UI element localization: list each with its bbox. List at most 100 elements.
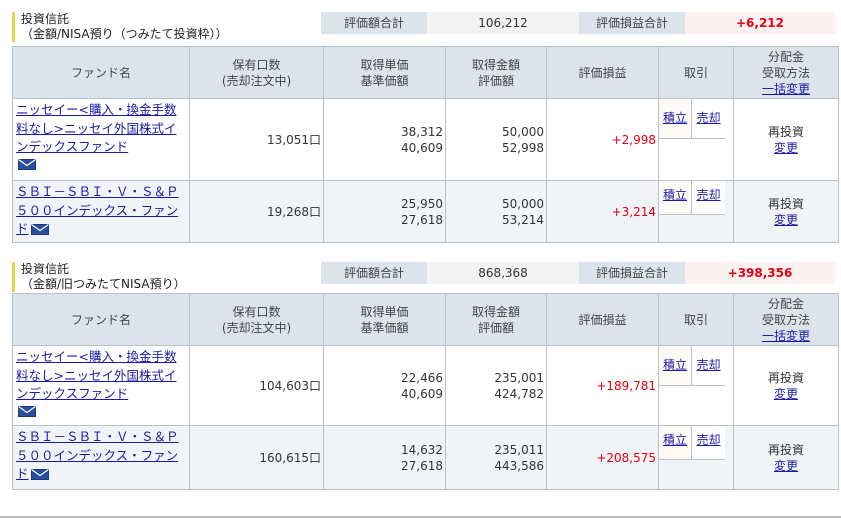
table-row: ニッセイー<購入・換金手数料なし>ニッセイ外国株式インデックスファンド 104,…	[12, 345, 839, 426]
distribution-change-link[interactable]: 変更	[774, 213, 798, 227]
bulk-change-link[interactable]: 一括変更	[762, 329, 810, 343]
mail-icon[interactable]	[18, 405, 36, 417]
valuation: 52,998	[502, 140, 544, 155]
sell-button[interactable]: 売却	[692, 346, 725, 386]
header-distribution: 分配金 受取方法 一括変更	[733, 46, 839, 99]
header-row: ファンド名 保有口数 (売却注文中) 取得単価 基準価額 取得金額 評価額 評価損益 …	[12, 293, 839, 346]
price-cell: 25,950 27,618	[323, 180, 446, 243]
header-amount: 取得金額 評価額	[445, 293, 547, 346]
valuation: 424,782	[494, 386, 544, 401]
gain-total-label: 評価損益合計	[579, 262, 685, 284]
fund-name-link[interactable]: ニッセイー<購入・換金手数料なし>ニッセイ外国株式インデックスファンド	[16, 102, 176, 154]
distribution-method: 再投資	[767, 442, 804, 457]
accumulate-button[interactable]: 積立	[659, 346, 692, 386]
bulk-change-link[interactable]: 一括変更	[762, 82, 810, 96]
price-cell: 38,312 40,609	[323, 98, 446, 181]
header-trade: 取引	[658, 293, 734, 346]
base-price: 40,609	[401, 386, 443, 401]
header-dist-line1: 分配金	[767, 49, 804, 64]
gain-cell: +3,214	[546, 180, 659, 243]
header-row: ファンド名 保有口数 (売却注文中) 取得単価 基準価額 取得金額 評価額 評価損益 …	[12, 46, 839, 99]
header-distribution: 分配金 受取方法一括変更	[733, 293, 839, 346]
section-title: 投資信託 （金額/NISA預り（つみたて投資枠））	[12, 12, 228, 42]
header-dist-line1: 分配金	[767, 296, 804, 311]
footer-divider	[0, 516, 841, 518]
units-cell: 104,603口	[189, 345, 324, 426]
distribution-cell: 再投資 変更	[733, 98, 839, 181]
valuation-total-label: 評価額合計	[321, 12, 427, 34]
distribution-cell: 再投資 変更	[733, 180, 839, 243]
header-amount-line1: 取得金額	[471, 57, 520, 72]
header-fund-name: ファンド名	[12, 46, 190, 99]
holdings-table: ファンド名 保有口数 (売却注文中) 取得単価 基準価額 取得金額 評価額 評価損益 …	[12, 46, 839, 243]
section-title-line2: （金額/NISA預り（つみたて投資枠））	[21, 27, 228, 41]
distribution-change-link[interactable]: 変更	[774, 387, 798, 401]
acq-price: 14,632	[401, 442, 443, 457]
fund-name-cell: ＳＢＩ－ＳＢＩ・Ｖ・Ｓ＆Ｐ５００インデックス・ファンド	[12, 425, 190, 490]
header-units: 保有口数 (売却注文中)	[189, 46, 324, 99]
distribution-cell: 再投資 変更	[733, 345, 839, 426]
section-title: 投資信託 （金額/旧つみたてNISA預り）	[12, 262, 186, 292]
amount-cell: 235,001 424,782	[445, 345, 547, 426]
trade-cell: 積立 売却	[658, 98, 734, 181]
header-amount: 取得金額 評価額	[445, 46, 547, 99]
distribution-method: 再投資	[767, 370, 804, 385]
base-price: 27,618	[401, 458, 443, 473]
summary-bar: 評価額合計 868,368 評価損益合計 +398,356	[321, 262, 835, 284]
amount-cell: 50,000 53,214	[445, 180, 547, 243]
accumulate-button[interactable]: 積立	[659, 426, 692, 460]
header-units-line1: 保有口数	[232, 304, 281, 319]
section-old-nisa: 投資信託 （金額/旧つみたてNISA預り） 評価額合計 868,368 評価損益…	[12, 262, 839, 494]
header-price-line2: 基準価額	[360, 73, 409, 88]
header-gain: 評価損益	[546, 46, 659, 99]
distribution-change-link[interactable]: 変更	[774, 459, 798, 473]
mail-icon[interactable]	[30, 224, 49, 235]
distribution-change-link[interactable]: 変更	[774, 141, 798, 155]
sell-button[interactable]: 売却	[692, 99, 725, 139]
gain-total-value: +398,356	[685, 262, 835, 284]
base-price: 27,618	[401, 212, 443, 227]
acq-amount: 50,000	[502, 124, 544, 139]
mail-icon[interactable]	[30, 469, 49, 480]
distribution-cell: 再投資 変更	[733, 425, 839, 490]
table-row: ＳＢＩ－ＳＢＩ・Ｖ・Ｓ＆Ｐ５００インデックス・ファンド 160,615口 14,…	[12, 425, 839, 490]
accumulate-button[interactable]: 積立	[659, 99, 692, 139]
table-row: ＳＢＩ－ＳＢＩ・Ｖ・Ｓ＆Ｐ５００インデックス・ファンド 19,268口 25,9…	[12, 180, 839, 243]
header-dist-line2: 受取方法	[761, 312, 810, 327]
sell-button[interactable]: 売却	[692, 426, 725, 460]
mail-icon[interactable]	[18, 158, 36, 170]
header-amount-line2: 評価額	[477, 73, 514, 88]
valuation: 443,586	[494, 458, 544, 473]
fund-name-cell: ニッセイー<購入・換金手数料なし>ニッセイ外国株式インデックスファンド	[12, 345, 190, 426]
sell-button[interactable]: 売却	[692, 181, 725, 215]
trade-cell: 積立 売却	[658, 425, 734, 490]
header-price-line1: 取得単価	[360, 304, 409, 319]
acq-amount: 235,001	[494, 370, 544, 385]
gain-total-label: 評価損益合計	[579, 12, 685, 34]
header-price: 取得単価 基準価額	[323, 46, 446, 99]
price-cell: 22,466 40,609	[323, 345, 446, 426]
units-cell: 19,268口	[189, 180, 324, 243]
holdings-table: ファンド名 保有口数 (売却注文中) 取得単価 基準価額 取得金額 評価額 評価損益 …	[12, 293, 839, 490]
header-gain: 評価損益	[546, 293, 659, 346]
header-price-line1: 取得単価	[360, 57, 409, 72]
valuation: 53,214	[502, 212, 544, 227]
summary-bar: 評価額合計 106,212 評価損益合計 +6,212	[321, 12, 835, 34]
valuation-total-value: 106,212	[427, 12, 579, 34]
header-fund-name: ファンド名	[12, 293, 190, 346]
trade-cell: 積立 売却	[658, 345, 734, 426]
header-amount-line2: 評価額	[477, 320, 514, 335]
header-amount-line1: 取得金額	[471, 304, 520, 319]
accumulate-button[interactable]: 積立	[659, 181, 692, 215]
valuation-total-value: 868,368	[427, 262, 579, 284]
acq-amount: 50,000	[502, 196, 544, 211]
header-price: 取得単価 基準価額	[323, 293, 446, 346]
amount-cell: 235,011 443,586	[445, 425, 547, 490]
gain-cell: +208,575	[546, 425, 659, 490]
header-units-line2: (売却注文中)	[221, 320, 292, 335]
fund-name-link[interactable]: ニッセイー<購入・換金手数料なし>ニッセイ外国株式インデックスファンド	[16, 349, 176, 401]
header-price-line2: 基準価額	[360, 320, 409, 335]
section-nisa-tsumitate: 投資信託 （金額/NISA預り（つみたて投資枠）） 評価額合計 106,212 …	[12, 12, 839, 244]
section-title-line1: 投資信託	[21, 262, 70, 276]
trade-cell: 積立 売却	[658, 180, 734, 243]
